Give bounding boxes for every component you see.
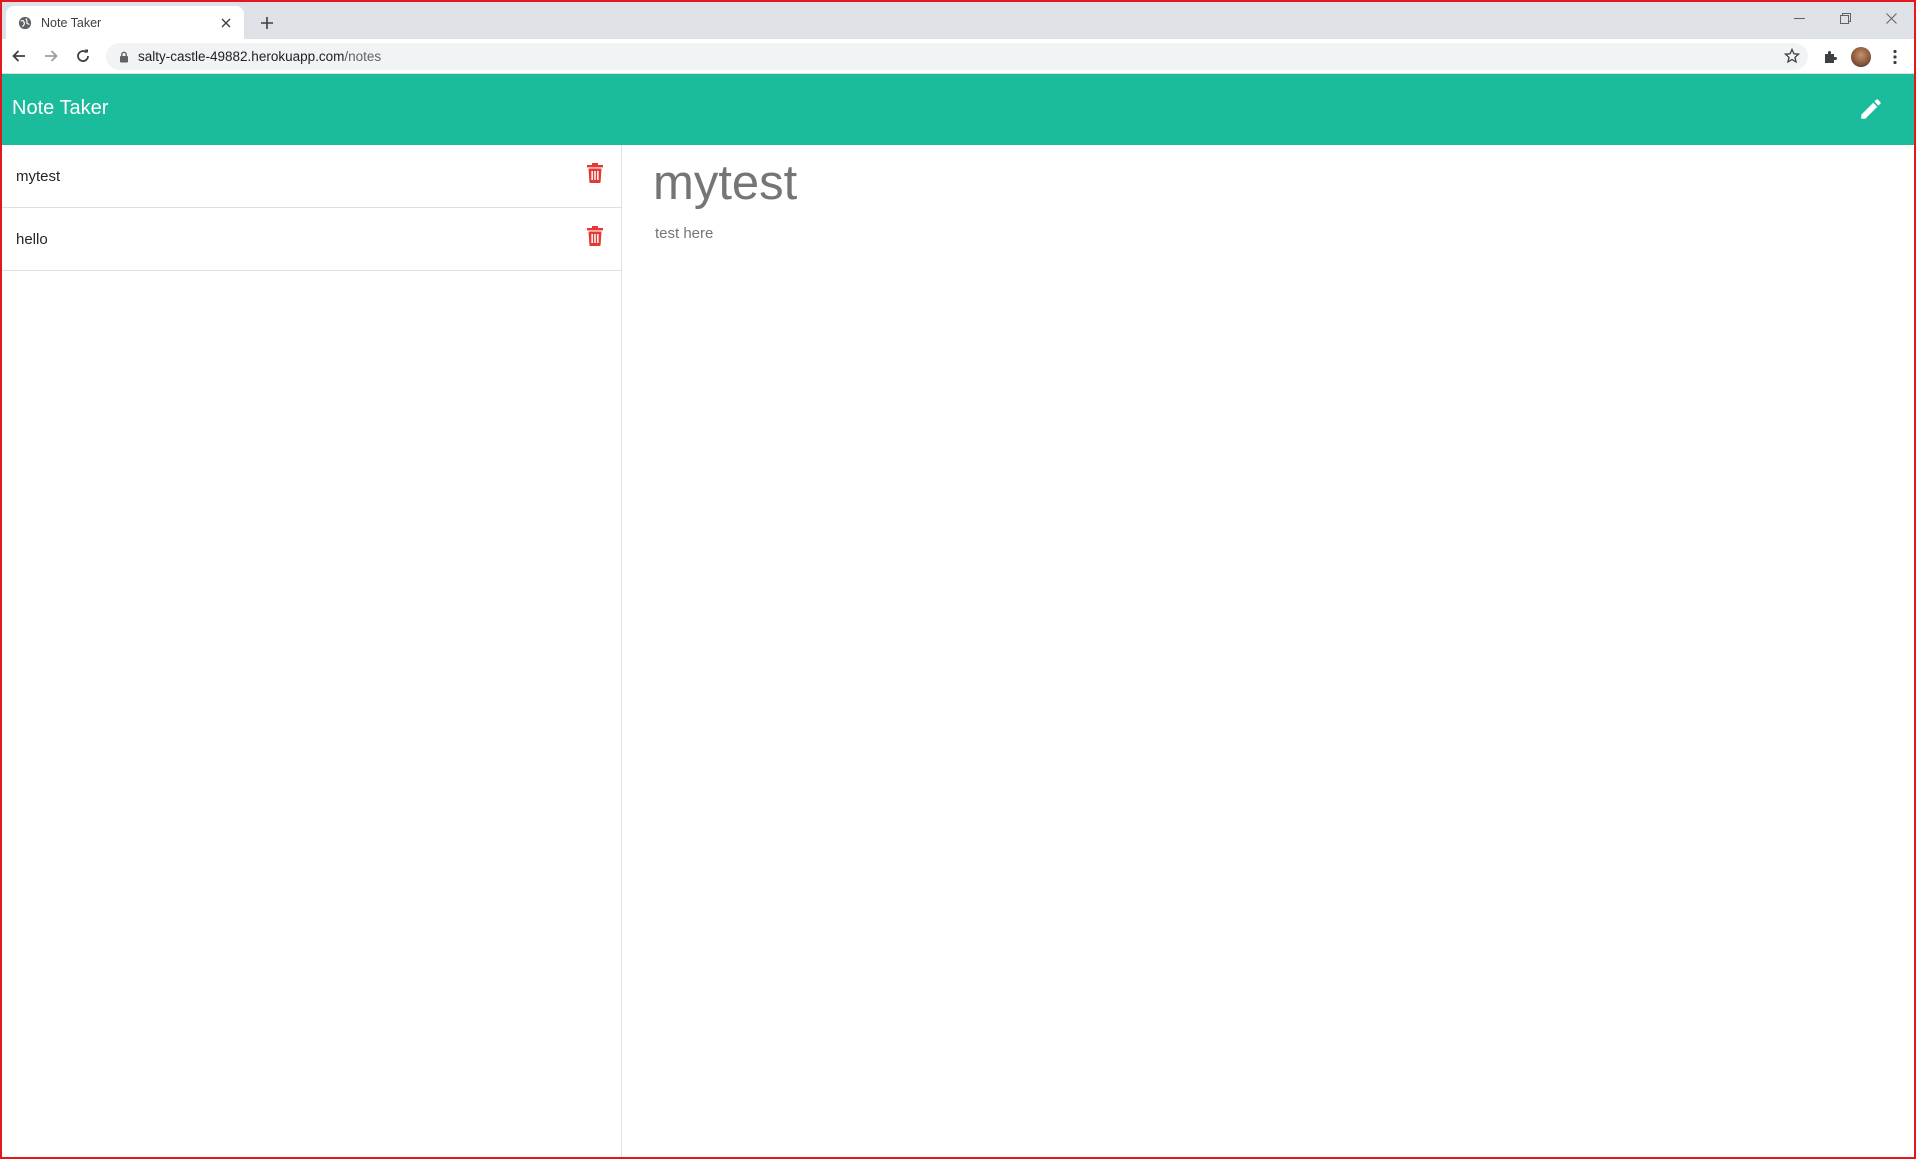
puzzle-icon (1825, 51, 1837, 63)
app-navbar: Note Taker (2, 74, 1914, 145)
minimize-button[interactable] (1776, 2, 1822, 34)
note-title: mytest (16, 167, 61, 185)
note-title: hello (16, 230, 48, 248)
delete-note-button[interactable] (585, 161, 605, 185)
more-vert-icon (1893, 49, 1897, 65)
reload-icon (77, 49, 89, 62)
arrow-left-icon (12, 50, 25, 62)
close-window-button[interactable] (1868, 2, 1914, 34)
browser-toolbar: salty-castle-49882.herokuapp.com/notes (2, 39, 1914, 74)
trash-icon (587, 226, 603, 246)
avatar (1851, 47, 1871, 67)
browser-window: Note Taker salty-castle-49882.herokuapp.… (0, 0, 1916, 1159)
tab-title: Note Taker (41, 15, 102, 30)
browser-tab[interactable]: Note Taker (6, 6, 244, 39)
url-path: /notes (344, 49, 382, 64)
restore-icon (1839, 12, 1851, 24)
note-text-field[interactable]: test here (655, 225, 713, 242)
forward-button[interactable] (37, 42, 65, 70)
close-icon (1885, 12, 1897, 24)
tab-close-icon[interactable] (218, 15, 234, 31)
url-text: salty-castle-49882.herokuapp.com/notes (138, 49, 381, 64)
reload-button[interactable] (69, 42, 97, 70)
trash-icon (587, 163, 603, 183)
lock-icon (120, 51, 128, 62)
note-list: mytest hello (2, 145, 622, 1157)
note-editor: mytest test here (622, 145, 1914, 1157)
extensions-button[interactable] (1818, 44, 1844, 70)
star-icon[interactable] (1784, 48, 1800, 64)
arrow-right-icon (45, 50, 58, 62)
address-bar[interactable]: salty-castle-49882.herokuapp.com/notes (106, 43, 1808, 70)
globe-icon (18, 16, 32, 29)
delete-note-button[interactable] (585, 224, 605, 248)
back-button[interactable] (5, 42, 33, 70)
restore-button[interactable] (1822, 2, 1868, 34)
note-title-field[interactable]: mytest (653, 155, 797, 211)
new-tab-button[interactable] (254, 10, 280, 36)
url-host: salty-castle-49882.herokuapp.com (138, 49, 345, 64)
new-note-button[interactable] (1856, 94, 1886, 124)
plus-icon (261, 17, 273, 29)
pencil-icon (1861, 99, 1881, 119)
browser-menu-button[interactable] (1882, 44, 1908, 70)
minimize-icon (1793, 17, 1805, 19)
tab-strip: Note Taker (2, 2, 1914, 39)
profile-button[interactable] (1848, 44, 1874, 70)
list-item[interactable]: hello (2, 208, 621, 271)
list-item[interactable]: mytest (2, 145, 621, 208)
app-title[interactable]: Note Taker (12, 97, 108, 120)
